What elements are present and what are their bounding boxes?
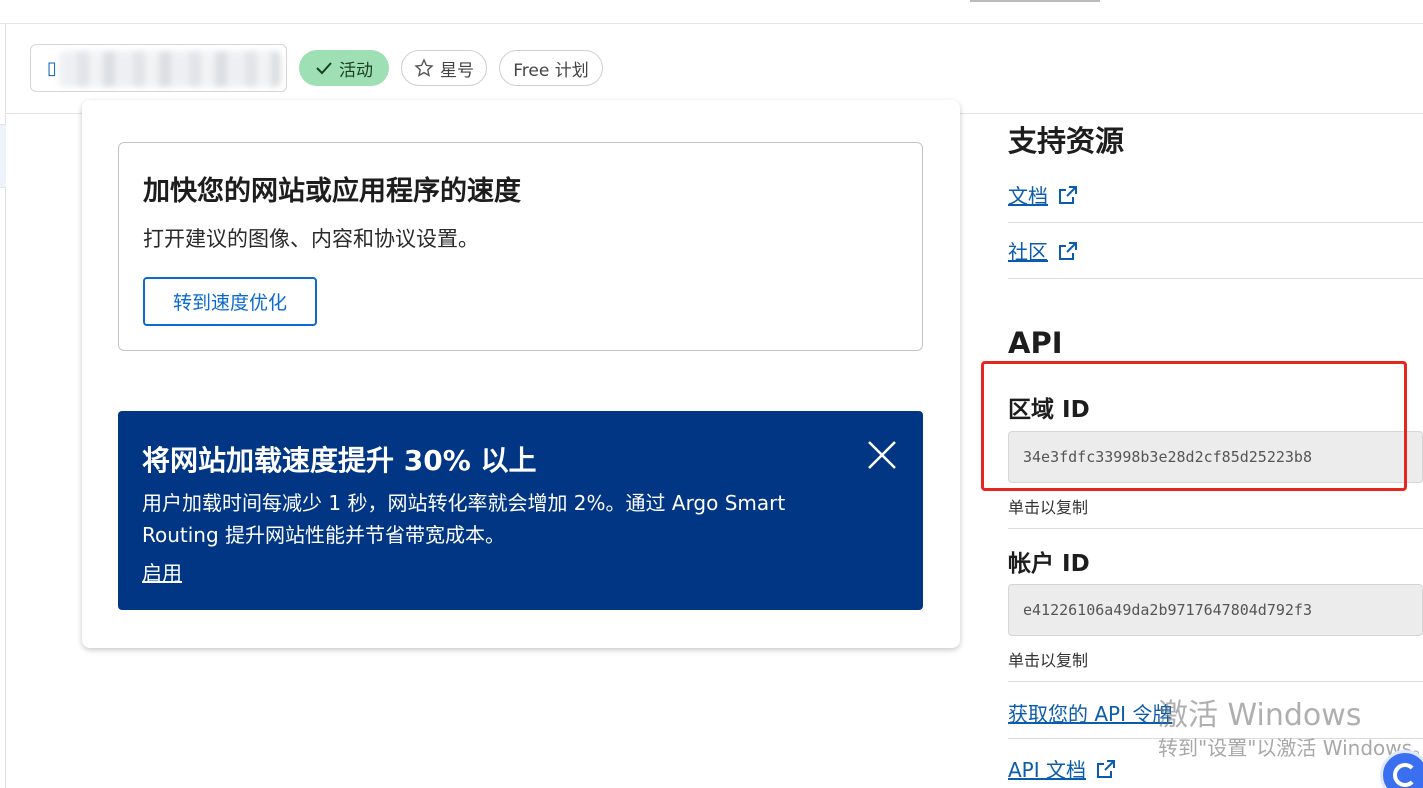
tab-indicator <box>970 0 1100 2</box>
status-active-badge: 活动 <box>299 50 389 86</box>
go-to-speed-button[interactable]: 转到速度优化 <box>143 277 317 326</box>
document-icon: ▯ <box>47 58 57 79</box>
external-link-icon <box>1097 759 1115 778</box>
status-active-label: 活动 <box>339 60 373 81</box>
overview-card: 加快您的网站或应用程序的速度 打开建议的图像、内容和协议设置。 转到速度优化 将… <box>82 100 960 648</box>
docs-link[interactable]: 文档 <box>1008 180 1078 209</box>
plan-badge[interactable]: Free 计划 <box>499 50 603 86</box>
community-link-label: 社区 <box>1008 240 1048 264</box>
speed-description: 打开建议的图像、内容和协议设置。 <box>143 227 479 251</box>
left-sidebar-rail <box>0 24 6 788</box>
windows-activation-watermark: 激活 Windows <box>1158 698 1362 733</box>
api-docs-label: API 文档 <box>1008 758 1086 782</box>
zone-id-highlight-annotation <box>981 361 1407 491</box>
close-icon[interactable] <box>866 439 898 471</box>
get-api-token-label: 获取您的 API 令牌 <box>1008 702 1173 726</box>
chat-icon <box>1393 763 1417 787</box>
support-heading: 支持资源 <box>1008 124 1125 158</box>
speed-title: 加快您的网站或应用程序的速度 <box>143 176 521 207</box>
redacted-zone-name <box>59 51 281 87</box>
docs-link-label: 文档 <box>1008 184 1048 208</box>
divider <box>1008 278 1423 279</box>
account-id-field[interactable]: e41226106a49da2b9717647804d792f3 <box>1008 584 1423 636</box>
divider <box>1008 222 1423 223</box>
divider <box>1008 681 1423 682</box>
argo-description: 用户加载时间每减少 1 秒，网站转化率就会增加 2%。通过 Argo Smart… <box>142 491 786 547</box>
account-id-label: 帐户 ID <box>1008 551 1090 577</box>
star-button[interactable]: 星号 <box>401 50 487 86</box>
sidebar-active-item[interactable] <box>0 124 6 188</box>
external-link-icon <box>1059 241 1077 260</box>
zone-id-copy-hint: 单击以复制 <box>1008 498 1089 517</box>
star-icon <box>414 58 434 77</box>
external-link-icon <box>1059 185 1077 204</box>
account-id-copy-hint: 单击以复制 <box>1008 651 1089 670</box>
argo-enable-link[interactable]: 启用 <box>142 557 182 586</box>
speed-optimization-box: 加快您的网站或应用程序的速度 打开建议的图像、内容和协议设置。 转到速度优化 <box>118 142 923 351</box>
zone-selector[interactable]: ▯ <box>30 44 287 92</box>
divider <box>1008 528 1423 529</box>
argo-title: 将网站加载速度提升 30% 以上 <box>142 444 537 477</box>
argo-promo-banner: 将网站加载速度提升 30% 以上 用户加载时间每减少 1 秒，网站转化率就会增加… <box>118 411 923 610</box>
api-heading: API <box>1008 326 1063 360</box>
community-link[interactable]: 社区 <box>1008 236 1078 265</box>
api-docs-link[interactable]: API 文档 <box>1008 754 1116 783</box>
windows-activation-hint: 转到"设置"以激活 Windows。 <box>1158 736 1423 760</box>
check-icon <box>316 62 332 75</box>
top-strip <box>0 0 1423 24</box>
plan-label: Free 计划 <box>513 60 589 81</box>
get-api-token-link[interactable]: 获取您的 API 令牌 <box>1008 698 1172 727</box>
star-label: 星号 <box>440 60 474 81</box>
